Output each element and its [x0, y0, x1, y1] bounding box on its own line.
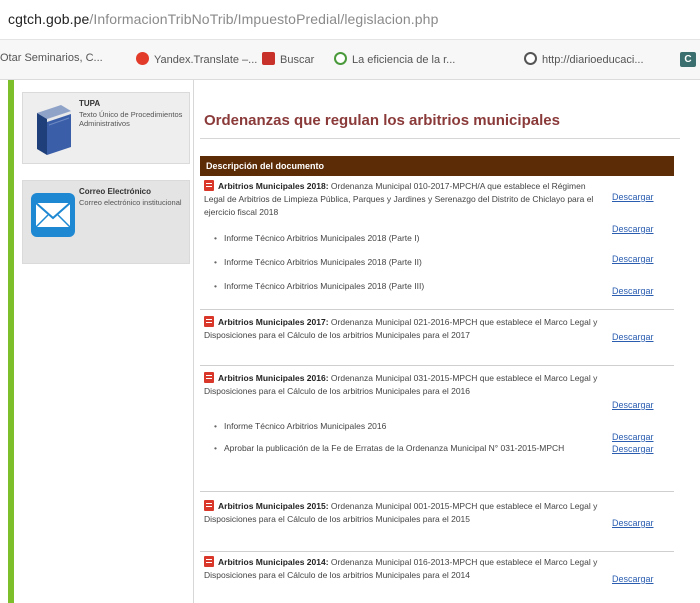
bookmark-item[interactable]: Yandex.Translate –... [136, 52, 257, 66]
bookmark-label: Buscar [280, 54, 315, 66]
divider [200, 138, 680, 139]
table-row: Arbitrios Municipales 2017: Ordenanza Mu… [200, 310, 674, 366]
download-link[interactable]: Descargar [612, 432, 654, 442]
bullet-icon: • [214, 281, 217, 291]
download-link[interactable]: Descargar [612, 192, 654, 202]
pdf-icon [204, 316, 214, 327]
list-item-label: Aprobar la publicación de la Fe de Errat… [224, 443, 565, 453]
table-row: Arbitrios Municipales 2014: Ordenanza Mu… [200, 552, 674, 603]
list-item: • Aprobar la publicación de la Fe de Erra… [214, 442, 599, 455]
list-item-label: Informe Técnico Arbitrios Municipales 20… [224, 233, 420, 243]
url-text[interactable]: cgtch.gob.pe/InformacionTribNoTrib/Impue… [8, 11, 438, 27]
pdf-icon [204, 372, 214, 383]
download-link[interactable]: Descargar [612, 444, 654, 454]
list-item-label: Informe Técnico Arbitrios Municipales 20… [224, 421, 387, 431]
pdf-icon [204, 500, 214, 511]
url-path: /InformacionTribNoTrib/ImpuestoPredial/l… [89, 11, 439, 27]
table-row: Arbitrios Municipales 2016: Ordenanza Mu… [200, 366, 674, 492]
envelope-icon [31, 193, 75, 237]
document-title: Arbitrios Municipales 2018: [218, 181, 329, 191]
list-item: • Informe Técnico Arbitrios Municipales 2… [214, 420, 599, 433]
main-content: Ordenanzas que regulan los arbitrios mun… [196, 80, 700, 603]
bookmark-item[interactable]: La eficiencia de la r... [334, 52, 455, 66]
download-link[interactable]: Descargar [612, 332, 654, 342]
bullet-icon: • [214, 443, 217, 453]
card-description: Correo electrónico institucional [79, 198, 182, 207]
list-item: • Informe Técnico Arbitrios Municipales 2… [214, 232, 599, 245]
card-title: TUPA [79, 99, 101, 108]
document-title: Arbitrios Municipales 2017: [218, 317, 329, 327]
bookmark-item[interactable]: http://diarioeducaci... [524, 52, 644, 66]
google-icon [334, 52, 347, 65]
globe-icon [524, 52, 537, 65]
bookmark-item[interactable]: Buscar [262, 52, 314, 66]
url-domain: cgtch.gob.pe [8, 11, 90, 27]
bookmarks-bar: Otar Seminarios, C... Yandex.Translate –… [0, 40, 700, 80]
download-link[interactable]: Descargar [612, 574, 654, 584]
bullet-icon: • [214, 257, 217, 267]
document-title: Arbitrios Municipales 2014: [218, 557, 329, 567]
document-description: Arbitrios Municipales 2014: Ordenanza Mu… [204, 556, 602, 582]
bookmark-label: Otar Seminarios, C... [0, 52, 103, 64]
document-description: Arbitrios Municipales 2016: Ordenanza Mu… [204, 372, 602, 398]
yandex-icon [136, 52, 149, 65]
bookmark-app-icon[interactable]: C [680, 52, 696, 67]
page-title: Ordenanzas que regulan los arbitrios mun… [204, 112, 560, 129]
card-title: Correo Electrónico [79, 187, 152, 196]
document-description: Arbitrios Municipales 2017: Ordenanza Mu… [204, 316, 602, 342]
book-icon [37, 105, 71, 155]
address-bar[interactable]: cgtch.gob.pe/InformacionTribNoTrib/Impue… [0, 0, 700, 40]
download-link[interactable]: Descargar [612, 254, 654, 264]
table-row: Arbitrios Municipales 2015: Ordenanza Mu… [200, 492, 674, 552]
list-item-label: Informe Técnico Arbitrios Municipales 20… [224, 281, 425, 291]
download-link[interactable]: Descargar [612, 400, 654, 410]
bookmark-label: La eficiencia de la r... [352, 54, 456, 66]
bookmark-label: http://diarioeducaci... [542, 54, 644, 66]
pdf-icon [204, 556, 214, 567]
document-description: Arbitrios Municipales 2018: Ordenanza Mu… [204, 180, 602, 219]
list-item: • Informe Técnico Arbitrios Municipales 2… [214, 256, 599, 269]
table-row: Arbitrios Municipales 2018: Ordenanza Mu… [200, 176, 674, 310]
download-link[interactable]: Descargar [612, 518, 654, 528]
bullet-icon: • [214, 421, 217, 431]
table-header: Descripción del documento [200, 156, 674, 176]
sidebar-card-tupa[interactable]: TUPA Texto Único de Procedimientos Admin… [22, 92, 190, 164]
bullet-icon: • [214, 233, 217, 243]
download-link[interactable]: Descargar [612, 286, 654, 296]
list-item: • Informe Técnico Arbitrios Municipales 2… [214, 280, 599, 293]
sidebar-card-correo[interactable]: Correo Electrónico Correo electrónico in… [22, 180, 190, 264]
sidebar: TUPA Texto Único de Procedimientos Admin… [14, 80, 194, 603]
list-item-label: Informe Técnico Arbitrios Municipales 20… [224, 257, 422, 267]
document-title: Arbitrios Municipales 2016: [218, 373, 329, 383]
bookmark-item[interactable]: Otar Seminarios, C... [0, 52, 103, 64]
download-link[interactable]: Descargar [612, 224, 654, 234]
card-description: Texto Único de Procedimientos Administra… [79, 110, 183, 128]
document-title: Arbitrios Municipales 2015: [218, 501, 329, 511]
pdf-icon [204, 180, 214, 191]
document-description: Arbitrios Municipales 2015: Ordenanza Mu… [204, 500, 602, 526]
search-flag-icon [262, 52, 275, 65]
bookmark-label: Yandex.Translate –... [154, 54, 258, 66]
